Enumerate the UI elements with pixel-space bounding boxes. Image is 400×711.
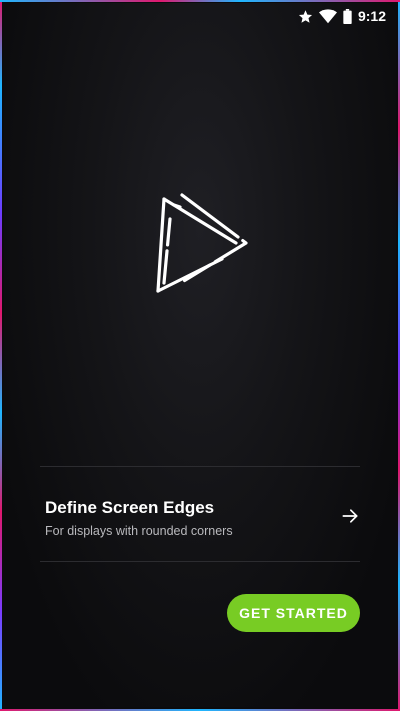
screen: 9:12 Define Screen Edges For displays wi… xyxy=(0,0,400,711)
arrow-right-icon[interactable] xyxy=(340,506,360,526)
option-subtitle: For displays with rounded corners xyxy=(45,524,233,538)
edge-light-top xyxy=(0,0,400,2)
status-bar: 9:12 xyxy=(4,3,396,29)
edge-light-left xyxy=(0,0,2,711)
option-title: Define Screen Edges xyxy=(45,498,215,517)
star-icon xyxy=(298,9,313,24)
define-screen-edges-option[interactable]: Define Screen Edges For displays with ro… xyxy=(40,468,360,564)
divider-bottom xyxy=(40,561,360,562)
wifi-icon xyxy=(318,8,337,24)
get-started-button[interactable]: GET STARTED xyxy=(227,594,360,632)
clock: 9:12 xyxy=(357,8,386,24)
battery-icon xyxy=(343,8,352,24)
app-panel: 9:12 Define Screen Edges For displays wi… xyxy=(4,3,396,707)
play-triangle-logo xyxy=(154,191,254,301)
divider-top xyxy=(40,466,360,467)
